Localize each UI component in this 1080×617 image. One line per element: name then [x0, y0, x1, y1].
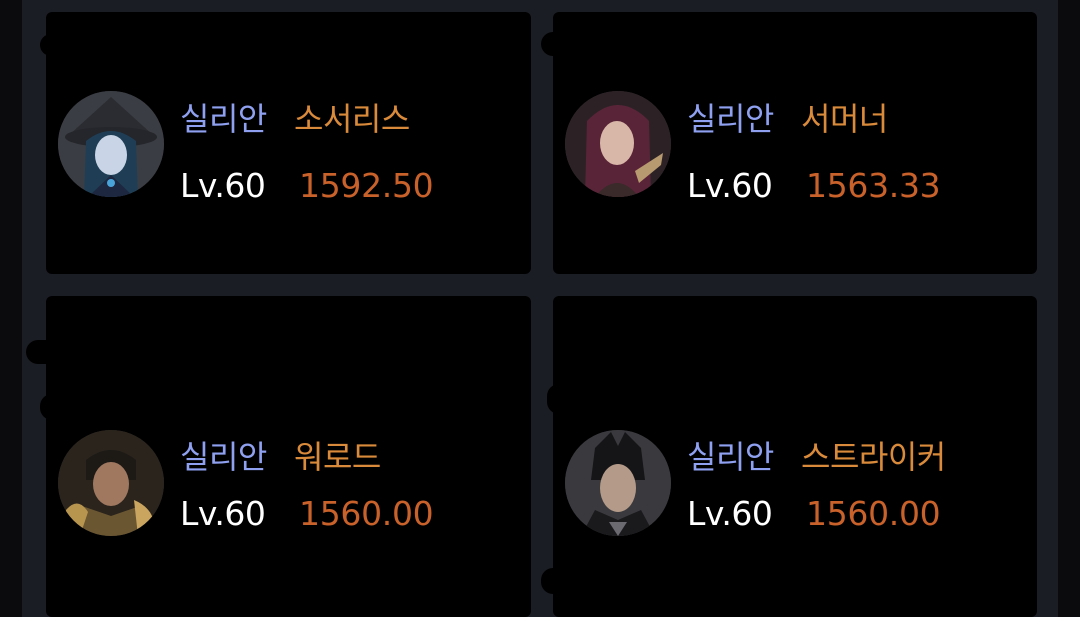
class-name: 스트라이커 — [801, 438, 946, 476]
server-name: 실리안 — [180, 438, 267, 476]
class-name: 워로드 — [294, 438, 381, 476]
warlord-portrait-icon — [58, 430, 164, 536]
server-name: 실리안 — [180, 100, 267, 138]
character-card[interactable]: 실리안 워로드 Lv.60 1560.00 — [26, 296, 531, 617]
sorceress-portrait-icon — [58, 91, 164, 197]
character-card[interactable]: 실리안 소서리스 Lv.60 1592.50 — [40, 12, 531, 274]
character-level: Lv.60 — [180, 494, 266, 533]
class-name: 서머너 — [801, 100, 888, 138]
item-level: 1592.50 — [299, 166, 434, 205]
summoner-portrait-icon — [565, 91, 671, 197]
left-edge — [0, 0, 22, 617]
character-card[interactable]: 실리안 스트라이커 Lv.60 1560.00 — [541, 296, 1037, 617]
right-edge — [1058, 0, 1080, 617]
character-level: Lv.60 — [687, 494, 773, 533]
character-level: Lv.60 — [687, 166, 773, 205]
item-level: 1560.00 — [806, 494, 941, 533]
character-card[interactable]: 실리안 서머너 Lv.60 1563.33 — [541, 12, 1037, 274]
character-list: 실리안 소서리스 Lv.60 1592.50 실리안 서머너 Lv.60 156… — [0, 0, 1080, 617]
class-name: 소서리스 — [294, 100, 410, 138]
server-name: 실리안 — [687, 100, 774, 138]
item-level: 1560.00 — [299, 494, 434, 533]
server-name: 실리안 — [687, 438, 774, 476]
striker-portrait-icon — [565, 430, 671, 536]
item-level: 1563.33 — [806, 166, 941, 205]
character-level: Lv.60 — [180, 166, 266, 205]
